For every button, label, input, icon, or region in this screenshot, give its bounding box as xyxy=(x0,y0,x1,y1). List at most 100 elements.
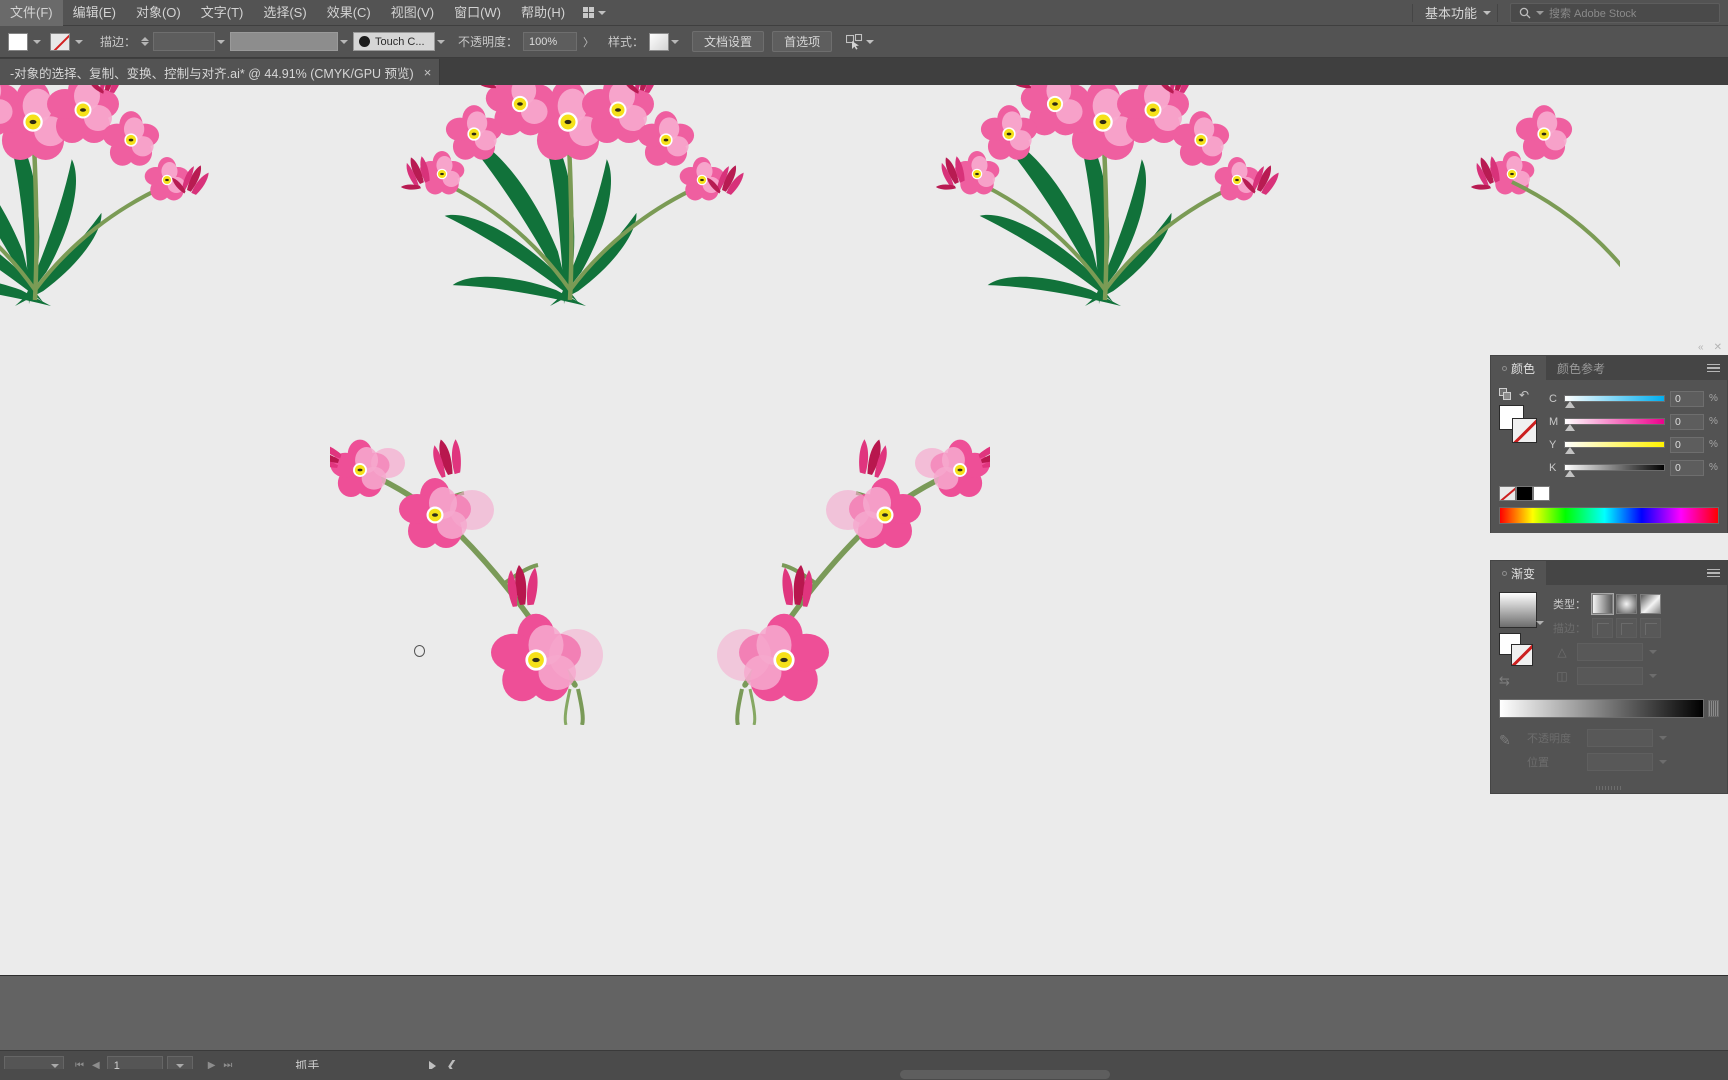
branch-left[interactable] xyxy=(330,435,603,725)
document-setup-button[interactable]: 文档设置 xyxy=(692,31,765,52)
gradient-type-linear-button[interactable] xyxy=(1591,593,1614,615)
stroke-color-control[interactable] xyxy=(50,32,88,51)
stock-search-input[interactable]: 搜索 Adobe Stock xyxy=(1510,2,1720,23)
fill-swatch[interactable] xyxy=(8,32,28,51)
tab-gradient[interactable]: 渐变 xyxy=(1491,561,1547,585)
angle-chevron-down-icon[interactable] xyxy=(1649,650,1657,654)
slider-knob-k[interactable] xyxy=(1565,470,1575,477)
style-chevron-down-icon[interactable] xyxy=(671,39,680,44)
artboard-canvas[interactable] xyxy=(0,85,1728,975)
tab-marker-icon xyxy=(1502,570,1507,576)
brush-definition-dropdown[interactable]: Touch C... xyxy=(353,32,436,51)
slider-knob-y[interactable] xyxy=(1565,447,1575,454)
gradient-type-freeform-button[interactable] xyxy=(1640,594,1661,614)
arrange-documents-button[interactable] xyxy=(575,3,614,23)
stroke-gradient-along-button[interactable] xyxy=(1616,618,1637,638)
stroke-profile-dropdown[interactable] xyxy=(230,32,339,51)
scrollbar-thumb[interactable] xyxy=(900,1070,1110,1079)
stroke-profile-chevron-down-icon[interactable] xyxy=(340,39,349,44)
workspace-switcher-label[interactable]: 基本功能 xyxy=(1419,3,1483,22)
opacity-input[interactable]: 100% xyxy=(523,32,578,51)
menu-object[interactable]: 对象(O) xyxy=(126,0,191,26)
right-dock: « ✕ 颜色 颜色参考 ↶ C 0 % M 0 % Y 0 % K 0 % 渐变… xyxy=(1490,342,1728,794)
tab-color-guide[interactable]: 颜色参考 xyxy=(1546,356,1617,380)
fill-color-control[interactable] xyxy=(8,32,46,51)
menu-window[interactable]: 窗口(W) xyxy=(444,0,511,26)
brush-chevron-down-icon[interactable] xyxy=(437,39,446,44)
align-options-control[interactable] xyxy=(846,33,875,50)
fill-chevron-down-icon[interactable] xyxy=(33,39,41,44)
swap-fill-stroke-icon[interactable]: ↶ xyxy=(1519,389,1529,401)
workspace-chevron-down-icon[interactable] xyxy=(1483,10,1491,15)
preferences-button[interactable]: 首选项 xyxy=(772,31,833,52)
stroke-chevron-down-icon[interactable] xyxy=(75,39,83,44)
branch-right[interactable] xyxy=(717,435,990,725)
close-panel-icon[interactable]: ✕ xyxy=(1714,342,1722,353)
gradient-left-controls: ⇆ xyxy=(1499,592,1545,689)
gradient-stroke-swatch[interactable] xyxy=(1511,644,1533,666)
stroke-none-swatch[interactable] xyxy=(50,32,70,51)
slider-value-c[interactable]: 0 xyxy=(1670,390,1704,407)
dock-resize-handle[interactable] xyxy=(1490,783,1728,794)
gradient-opacity-input[interactable] xyxy=(1587,729,1653,747)
horizontal-scrollbar[interactable] xyxy=(0,1069,1728,1080)
tab-color[interactable]: 颜色 xyxy=(1491,356,1547,380)
opacity-expand-icon[interactable]: 〉 xyxy=(583,34,594,50)
top-flower-pattern-artwork[interactable] xyxy=(0,85,1620,330)
fill-stroke-stack-icon[interactable] xyxy=(1499,388,1512,401)
reverse-gradient-icon[interactable]: ⇆ xyxy=(1499,673,1545,689)
swatch-none[interactable] xyxy=(1499,486,1516,501)
slider-track-y[interactable] xyxy=(1564,441,1665,454)
menu-type[interactable]: 文字(T) xyxy=(191,0,254,26)
collapse-icon[interactable]: « xyxy=(1698,342,1704,353)
search-scope-chevron-icon[interactable] xyxy=(1536,10,1544,15)
menu-view[interactable]: 视图(V) xyxy=(381,0,444,26)
color-panel: « ✕ 颜色 颜色参考 ↶ C 0 % M 0 % Y 0 % K 0 % xyxy=(1490,342,1728,533)
aspect-chevron-down-icon[interactable] xyxy=(1649,674,1657,678)
stroke-weight-stepper[interactable] xyxy=(141,37,150,46)
menu-effect[interactable]: 效果(C) xyxy=(317,0,381,26)
position-chevron-down-icon[interactable] xyxy=(1659,760,1667,764)
document-tab[interactable]: -对象的选择、复制、变换、控制与对齐.ai* @ 44.91% (CMYK/GP… xyxy=(0,59,441,85)
slider-track-m[interactable] xyxy=(1564,418,1665,431)
gradient-preset-chevron-icon[interactable] xyxy=(1536,621,1544,625)
slider-knob-c[interactable] xyxy=(1565,401,1575,408)
eyedropper-icon[interactable]: ✎ xyxy=(1499,726,1521,774)
opacity-chevron-down-icon[interactable] xyxy=(1659,736,1667,740)
slider-knob-m[interactable] xyxy=(1565,424,1575,431)
stroke-weight-chevron-down-icon[interactable] xyxy=(217,39,226,44)
slider-value-m[interactable]: 0 xyxy=(1670,413,1704,430)
swatch-white[interactable] xyxy=(1533,486,1550,501)
mirrored-branch-artwork[interactable] xyxy=(330,415,990,725)
align-chevron-down-icon[interactable] xyxy=(866,39,875,44)
graphic-style-swatch[interactable] xyxy=(649,32,670,51)
search-icon xyxy=(1519,7,1531,18)
menu-edit[interactable]: 编辑(E) xyxy=(63,0,126,26)
slider-value-k[interactable]: 0 xyxy=(1670,459,1704,476)
gradient-aspect-input[interactable] xyxy=(1577,667,1643,685)
menu-file[interactable]: 文件(F) xyxy=(0,0,63,26)
gradient-preview-swatch[interactable] xyxy=(1499,592,1544,628)
panel-menu-icon[interactable] xyxy=(1707,568,1720,578)
divider xyxy=(1497,3,1498,22)
color-spectrum-bar[interactable] xyxy=(1499,507,1719,524)
slider-track-c[interactable] xyxy=(1564,395,1665,408)
stroke-gradient-within-button[interactable] xyxy=(1592,618,1613,638)
gradient-ramp-slider[interactable] xyxy=(1499,699,1704,718)
stroke-gradient-across-button[interactable] xyxy=(1640,618,1661,638)
gradient-type-radial-button[interactable] xyxy=(1616,594,1637,614)
slider-value-y[interactable]: 0 xyxy=(1670,436,1704,453)
gradient-ramp-delete-stop-button[interactable] xyxy=(1708,700,1719,717)
slider-track-k[interactable] xyxy=(1564,464,1665,477)
swatch-black[interactable] xyxy=(1516,486,1533,501)
menu-help[interactable]: 帮助(H) xyxy=(511,0,575,26)
gradient-position-input[interactable] xyxy=(1587,753,1653,771)
stroke-swatch-large[interactable] xyxy=(1512,418,1537,443)
stroke-weight-input[interactable] xyxy=(153,32,216,51)
color-panel-header: 颜色 颜色参考 xyxy=(1491,356,1727,380)
zoom-chevron-down-icon[interactable] xyxy=(51,1063,59,1068)
close-icon[interactable]: × xyxy=(424,66,432,79)
menu-select[interactable]: 选择(S) xyxy=(253,0,316,26)
panel-menu-icon[interactable] xyxy=(1707,363,1720,373)
gradient-angle-input[interactable] xyxy=(1577,643,1643,661)
